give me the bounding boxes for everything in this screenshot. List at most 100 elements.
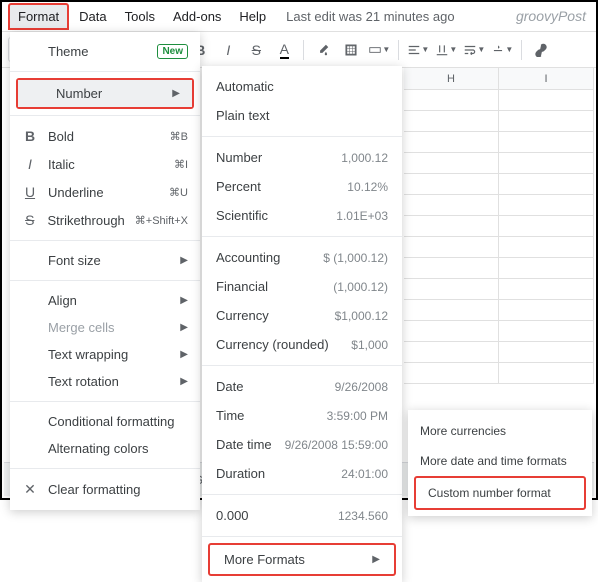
menu-item-bold[interactable]: BBold⌘B — [10, 122, 200, 150]
format-dropdown: Theme New Number▶ BBold⌘B IItalic⌘I UUnd… — [10, 32, 200, 510]
column-headers: H I — [404, 68, 594, 90]
example: $1,000 — [351, 338, 388, 352]
example: 1234.560 — [338, 509, 388, 523]
submenu-automatic[interactable]: Automatic — [202, 72, 402, 101]
chevron-right-icon: ▶ — [180, 322, 188, 333]
example: 9/26/2008 15:59:00 — [285, 438, 388, 452]
label: Conditional formatting — [48, 414, 188, 429]
example: 3:59:00 PM — [327, 409, 388, 423]
label: Clear formatting — [48, 482, 188, 497]
number-submenu: Automatic Plain text Number1,000.12 Perc… — [202, 66, 402, 582]
shortcut: ⌘I — [174, 158, 188, 171]
new-badge: New — [157, 44, 188, 59]
label: Accounting — [216, 250, 323, 265]
example: (1,000.12) — [333, 280, 388, 294]
valign-icon[interactable]: ▼ — [435, 39, 457, 61]
example: $ (1,000.12) — [323, 251, 388, 265]
submenu-duration[interactable]: Duration24:01:00 — [202, 459, 402, 488]
label: Automatic — [216, 79, 388, 94]
col-header[interactable]: H — [404, 68, 499, 89]
menu-item-altcolors[interactable]: Alternating colors — [10, 435, 200, 462]
label: Currency — [216, 308, 335, 323]
menu-item-italic[interactable]: IItalic⌘I — [10, 150, 200, 178]
submenu-scientific[interactable]: Scientific1.01E+03 — [202, 201, 402, 230]
example: 10.12% — [347, 180, 388, 194]
label: 0.000 — [216, 508, 338, 523]
borders-icon[interactable] — [340, 39, 362, 61]
submenu2-custom-number[interactable]: Custom number format — [416, 478, 584, 508]
submenu-more-formats[interactable]: More Formats ▶ — [210, 545, 394, 574]
merge-icon[interactable]: ▼ — [368, 39, 390, 61]
menu-item-merge: Merge cells ▶ — [10, 314, 200, 341]
col-header[interactable]: I — [499, 68, 594, 89]
submenu-custom-0000[interactable]: 0.0001234.560 — [202, 501, 402, 530]
label: Scientific — [216, 208, 336, 223]
watermark: groovyPost — [516, 8, 586, 24]
rotate-icon[interactable]: ▼ — [491, 39, 513, 61]
submenu-accounting[interactable]: Accounting$ (1,000.12) — [202, 243, 402, 272]
menu-item-strikethrough[interactable]: SStrikethrough⌘+Shift+X — [10, 206, 200, 234]
label: Duration — [216, 466, 341, 481]
shortcut: ⌘U — [169, 186, 188, 199]
menu-item-rotation[interactable]: Text rotation▶ — [10, 368, 200, 395]
example: 1,000.12 — [341, 151, 388, 165]
menu-item-align[interactable]: Align ▶ — [10, 287, 200, 314]
submenu-currency[interactable]: Currency$1,000.12 — [202, 301, 402, 330]
label: Bold — [48, 129, 160, 144]
label: Number — [56, 86, 162, 101]
submenu-time[interactable]: Time3:59:00 PM — [202, 401, 402, 430]
submenu-financial[interactable]: Financial(1,000.12) — [202, 272, 402, 301]
chevron-right-icon: ▶ — [180, 349, 188, 360]
submenu2-more-datetime[interactable]: More date and time formats — [408, 446, 592, 476]
label: Date — [216, 379, 335, 394]
menu-item-theme[interactable]: Theme New — [10, 38, 200, 65]
wrap-icon[interactable]: ▼ — [463, 39, 485, 61]
menu-item-wrap[interactable]: Text wrapping▶ — [10, 341, 200, 368]
label: Financial — [216, 279, 333, 294]
label: Currency (rounded) — [216, 337, 351, 352]
text-color-icon[interactable]: A — [273, 39, 295, 61]
label: Theme — [48, 44, 147, 59]
menu-help[interactable]: Help — [231, 5, 274, 28]
chevron-right-icon: ▶ — [180, 255, 188, 266]
submenu-datetime[interactable]: Date time9/26/2008 15:59:00 — [202, 430, 402, 459]
halign-icon[interactable]: ▼ — [407, 39, 429, 61]
menu-tools[interactable]: Tools — [117, 5, 163, 28]
menu-item-underline[interactable]: UUnderline⌘U — [10, 178, 200, 206]
strikethrough-icon[interactable]: S — [245, 39, 267, 61]
italic-icon[interactable]: I — [217, 39, 239, 61]
label: Date time — [216, 437, 285, 452]
label: Number — [216, 150, 341, 165]
example: $1,000.12 — [335, 309, 388, 323]
menu-item-fontsize[interactable]: Font size ▶ — [10, 247, 200, 274]
label: Time — [216, 408, 327, 423]
example: 24:01:00 — [341, 467, 388, 481]
label: Plain text — [216, 108, 388, 123]
menu-addons[interactable]: Add-ons — [165, 5, 229, 28]
menu-item-number[interactable]: Number▶ — [18, 80, 192, 107]
label: Alternating colors — [48, 441, 188, 456]
clear-icon: ✕ — [22, 481, 38, 498]
submenu2-more-currencies[interactable]: More currencies — [408, 416, 592, 446]
fill-color-icon[interactable] — [312, 39, 334, 61]
chevron-right-icon: ▶ — [180, 376, 188, 387]
more-formats-submenu: More currencies More date and time forma… — [408, 410, 592, 516]
submenu-number[interactable]: Number1,000.12 — [202, 143, 402, 172]
chevron-right-icon: ▶ — [372, 554, 380, 565]
submenu-date[interactable]: Date9/26/2008 — [202, 372, 402, 401]
spreadsheet-grid[interactable] — [404, 90, 594, 458]
menu-format[interactable]: Format — [8, 3, 69, 30]
menu-data[interactable]: Data — [71, 5, 114, 28]
chevron-right-icon: ▶ — [180, 295, 188, 306]
shortcut: ⌘+Shift+X — [135, 214, 188, 227]
link-icon[interactable] — [530, 39, 552, 61]
label: More Formats — [224, 552, 366, 567]
menu-item-conditional[interactable]: Conditional formatting — [10, 408, 200, 435]
submenu-currency-rounded[interactable]: Currency (rounded)$1,000 — [202, 330, 402, 359]
label: Align — [48, 293, 170, 308]
last-edit-info: Last edit was 21 minutes ago — [286, 9, 454, 24]
submenu-plaintext[interactable]: Plain text — [202, 101, 402, 130]
label: Merge cells — [48, 320, 170, 335]
label: Font size — [48, 253, 170, 268]
submenu-percent[interactable]: Percent10.12% — [202, 172, 402, 201]
